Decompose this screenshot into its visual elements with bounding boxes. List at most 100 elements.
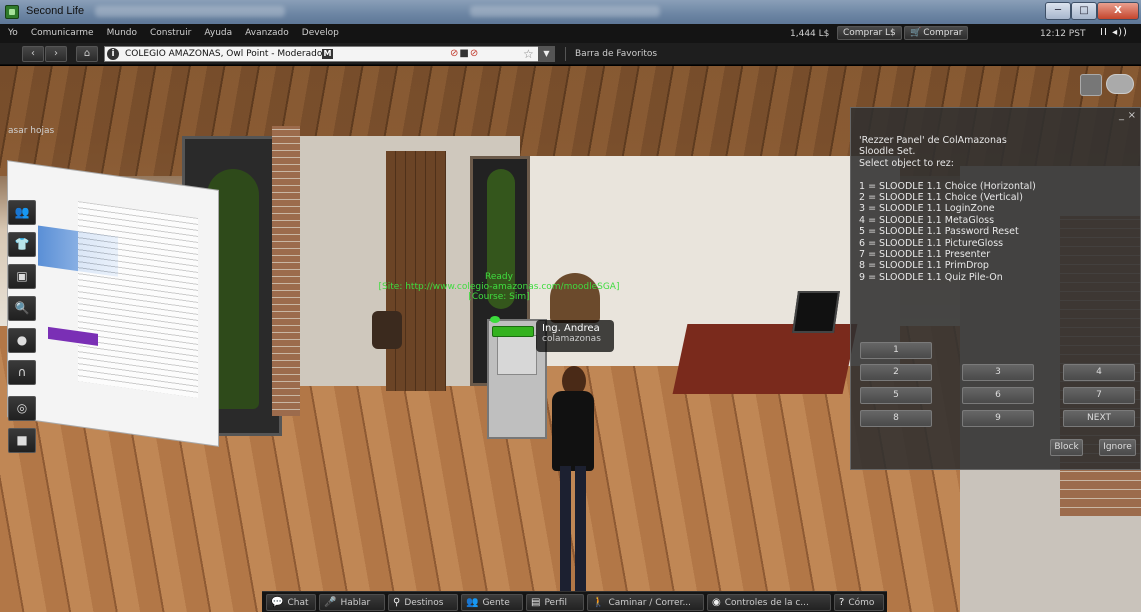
dialog-button-9[interactable]: 9 — [962, 410, 1034, 427]
search-icon[interactable]: 🔍 — [8, 296, 36, 321]
chat-icon: 💬 — [271, 597, 284, 608]
how-to-button[interactable]: ? Cómo — [834, 594, 884, 611]
avatar-legs — [560, 466, 586, 596]
buy-button-label: Comprar — [923, 28, 963, 38]
window-maximize-button[interactable]: □ — [1071, 2, 1097, 20]
dialog-message: 'Rezzer Panel' de ColAmazonas Sloodle Se… — [859, 135, 1036, 283]
dialog-button-7[interactable]: 7 — [1063, 387, 1135, 404]
avatar[interactable] — [548, 366, 598, 601]
board-text — [78, 201, 198, 398]
script-dialog: _ × 'Rezzer Panel' de ColAmazonas Sloodl… — [850, 107, 1141, 470]
menu-item-construir[interactable]: Construir — [150, 28, 191, 38]
presentation-board[interactable] — [8, 161, 218, 446]
dialog-button-4[interactable]: 4 — [1063, 364, 1135, 381]
favorite-star-icon[interactable]: ☆ — [523, 47, 534, 61]
maturity-badge: M — [322, 49, 333, 59]
floating-text-line: [Site: http://www.colegio-amazonas.com/m… — [378, 282, 620, 292]
computer-monitor[interactable] — [792, 291, 840, 333]
dialog-button-2[interactable]: 2 — [860, 364, 932, 381]
walk-run-button[interactable]: 🚶 Caminar / Correr... — [587, 594, 704, 611]
window-minimize-button[interactable]: ─ — [1045, 2, 1071, 20]
eye-icon: ◉ — [712, 597, 721, 608]
dialog-next-button[interactable]: NEXT — [1063, 410, 1135, 427]
partial-overlay-text: asar hojas — [8, 126, 55, 136]
dialog-button-5[interactable]: 5 — [860, 387, 932, 404]
kiosk-screen — [497, 335, 537, 375]
window-close-button[interactable]: X — [1097, 2, 1139, 20]
camera-controls-button[interactable]: ◉ Controles de la c... — [707, 594, 831, 611]
profile-button[interactable]: ▤ Perfil — [526, 594, 584, 611]
how-to-button-label: Cómo — [848, 598, 875, 608]
dialog-button-1[interactable]: 1 — [860, 342, 932, 359]
landmark-icon[interactable]: ● — [8, 328, 36, 353]
chat-button-label: Chat — [287, 598, 309, 608]
headset-icon[interactable]: ∩ — [8, 360, 36, 385]
location-text: COLEGIO AMAZONAS, Owl Point - Moderado — [125, 49, 323, 59]
favorites-bar-label: Barra de Favoritos — [575, 49, 658, 59]
divider — [565, 47, 566, 61]
dialog-minimize-button[interactable]: _ — [1119, 110, 1124, 121]
people-button[interactable]: 👥 Gente — [461, 594, 523, 611]
home-button[interactable]: ⌂ — [76, 46, 98, 62]
back-button[interactable]: ‹ — [22, 46, 44, 62]
people-icon[interactable]: 👥 — [8, 200, 36, 225]
status-light — [490, 316, 500, 323]
camera-cube-icon[interactable] — [1080, 74, 1102, 96]
avatar-name-tag: Ing. Andrea colamazonas — [536, 320, 614, 352]
dialog-block-button[interactable]: Block — [1050, 439, 1083, 456]
camera-controls — [1080, 70, 1136, 100]
radar-icon[interactable]: ◎ — [8, 396, 36, 421]
info-icon[interactable]: i — [107, 48, 119, 60]
media-controls[interactable]: II ◂)) — [1100, 27, 1128, 38]
dialog-button-3[interactable]: 3 — [962, 364, 1034, 381]
avatar-group: colamazonas — [542, 334, 601, 344]
destinations-button-label: Destinos — [404, 598, 444, 608]
walk-run-button-label: Caminar / Correr... — [608, 598, 692, 608]
chat-button[interactable]: 💬 Chat — [266, 594, 316, 611]
window-title-bar: Second Life ─ □ X — [0, 0, 1141, 24]
brick-column — [272, 126, 300, 416]
wooden-door — [386, 151, 446, 391]
floating-text-line: Ready — [485, 272, 513, 282]
shirt-icon[interactable]: 👕 — [8, 232, 36, 257]
microphone-icon: 🎤 — [324, 597, 337, 608]
chat-bubble-icon[interactable] — [1106, 74, 1134, 94]
menu-item-yo[interactable]: Yo — [8, 28, 18, 38]
destinations-button[interactable]: ⚲ Destinos — [388, 594, 458, 611]
shopping-cart-icon: 🛒 — [910, 28, 922, 38]
walk-icon: 🚶 — [592, 597, 605, 608]
speak-button[interactable]: 🎤 Hablar — [319, 594, 385, 611]
people-button-label: Gente — [482, 598, 510, 608]
avatar-name: Ing. Andrea — [542, 323, 600, 334]
location-input[interactable]: i COLEGIO AMAZONAS, Owl Point - Moderado… — [104, 46, 555, 62]
dialog-button-6[interactable]: 6 — [962, 387, 1034, 404]
location-pin-icon: ⚲ — [393, 597, 401, 608]
camera-controls-button-label: Controles de la c... — [724, 598, 809, 608]
window-title: Second Life — [26, 5, 85, 17]
inventory-icon[interactable]: ▣ — [8, 264, 36, 289]
menu-item-comunicarme[interactable]: Comunicarme — [31, 28, 94, 38]
menu-item-mundo[interactable]: Mundo — [107, 28, 137, 38]
blurred-title-region — [95, 6, 285, 17]
buy-lindens-button[interactable]: Comprar L$ — [837, 26, 902, 40]
clock: 12:12 PST — [1040, 29, 1086, 39]
kiosk-green-button[interactable] — [492, 326, 534, 337]
forward-button[interactable]: › — [45, 46, 67, 62]
help-icon: ? — [839, 597, 845, 608]
camera-icon[interactable]: ■ — [8, 428, 36, 453]
menu-item-ayuda[interactable]: Ayuda — [204, 28, 232, 38]
dialog-ignore-button[interactable]: Ignore — [1099, 439, 1136, 456]
bottom-toolbar: 💬 Chat 🎤 Hablar ⚲ Destinos 👥 Gente ▤ Perfil 🚶… — [262, 591, 887, 612]
menu-item-develop[interactable]: Develop — [302, 28, 339, 38]
menu-item-avanzado[interactable]: Avanzado — [245, 28, 289, 38]
potted-plant — [372, 311, 402, 349]
linden-balance[interactable]: 1,444 L$ — [790, 29, 829, 39]
location-dropdown-icon[interactable]: ▼ — [538, 46, 555, 62]
menu-items: Yo Comunicarme Mundo Construir Ayuda Ava… — [8, 28, 339, 38]
buy-button[interactable]: 🛒 Comprar — [904, 26, 969, 40]
dialog-close-button[interactable]: × — [1128, 110, 1136, 121]
blurred-title-region — [470, 6, 660, 17]
second-life-app-icon — [5, 5, 19, 19]
navigation-bar: ‹ › ⌂ i COLEGIO AMAZONAS, Owl Point - Mo… — [0, 43, 1141, 65]
dialog-button-8[interactable]: 8 — [860, 410, 932, 427]
